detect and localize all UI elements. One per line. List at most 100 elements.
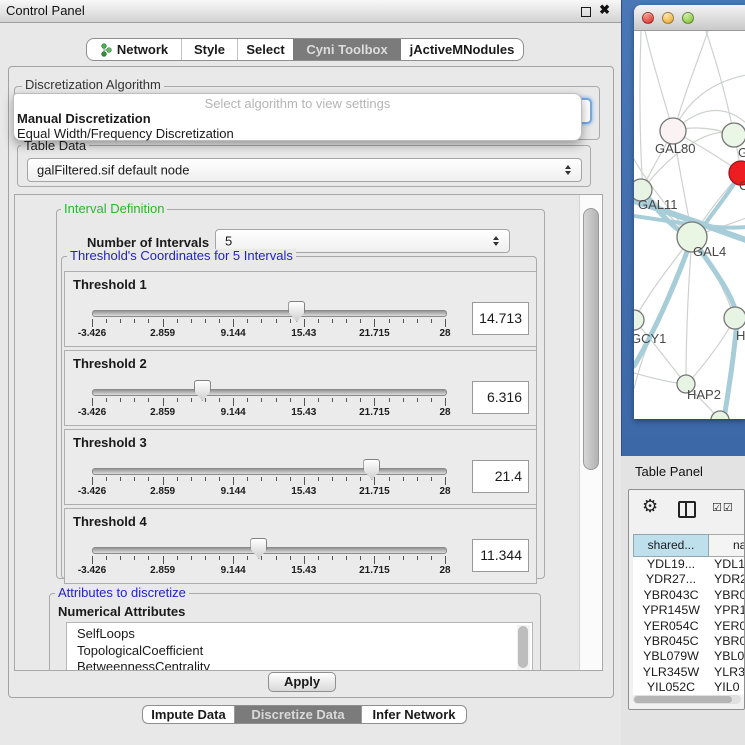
tab-impute-data[interactable]: Impute Data [143, 706, 234, 723]
table-row[interactable]: YER054CYER0 [633, 619, 745, 634]
tab-network[interactable]: Network [87, 39, 182, 60]
cell-shared-name[interactable]: YLR345W [633, 665, 709, 680]
column-header-name[interactable]: name [709, 534, 745, 557]
threshold-slider-track[interactable] [92, 547, 447, 554]
cell-name[interactable]: YBL0 [709, 649, 745, 664]
network-node[interactable] [724, 307, 745, 329]
threshold-value-box[interactable]: 11.344 [472, 539, 529, 572]
top-tab-bar: Network Style Select Cyni Toolbox jActiv… [86, 38, 524, 61]
network-edge[interactable] [634, 373, 683, 384]
cell-shared-name[interactable]: YBL079W [633, 649, 709, 664]
cell-shared-name[interactable]: YPR145W [633, 603, 709, 618]
table-row[interactable]: YBR045CYBR0 [633, 634, 745, 649]
hscrollbar-thumb[interactable] [634, 696, 732, 703]
network-edge[interactable] [640, 31, 643, 190]
threshold-value-box[interactable]: 14.713 [472, 302, 529, 335]
gear-icon[interactable]: ⚙ [642, 496, 658, 517]
attribute-item[interactable]: SelfLoops [67, 626, 532, 643]
table-row[interactable]: YBL079WYBL0 [633, 649, 745, 664]
table-hscrollbar[interactable] [633, 695, 741, 704]
threshold-value-box[interactable]: 21.4 [472, 460, 529, 493]
screen: Control Panel ✖ Network Style Select Cyn… [0, 0, 745, 745]
threshold-slider-track[interactable] [92, 310, 447, 317]
tab-network-label: Network [117, 42, 168, 57]
network-canvas[interactable]: GAL80GACGAL11GAL4GCY1HHAP2 [634, 31, 745, 419]
tab-jactivemnodules[interactable]: jActiveMNodules [401, 39, 523, 60]
discretization-group-label: Discretization Algorithm [22, 78, 164, 91]
cell-name[interactable]: YER0 [709, 619, 745, 634]
threshold-slider-track[interactable] [92, 389, 447, 396]
split-columns-icon[interactable] [678, 501, 696, 518]
slider-tick-labels: -3.4262.8599.14415.4321.71528 [92, 407, 446, 419]
slider-tick-labels: -3.4262.8599.14415.4321.71528 [92, 565, 446, 577]
cell-name[interactable]: YBR0 [709, 588, 745, 603]
cell-shared-name[interactable]: YBR045C [633, 634, 709, 649]
panel-title: Control Panel [6, 0, 85, 22]
apply-button[interactable]: Apply [268, 672, 336, 692]
table-row[interactable]: YDR27...YDR2 [633, 572, 745, 587]
threshold-label: Threshold 2 [73, 356, 147, 371]
network-edge-thick[interactable] [634, 238, 692, 366]
threshold-row: Threshold 2 -3.4262.8599.14415.4321.71528… [64, 350, 537, 426]
network-edge[interactable] [689, 320, 734, 382]
cell-name[interactable]: YDL1 [709, 557, 745, 572]
scrollbar-thumb[interactable] [583, 208, 599, 470]
dropdown-item-equal-width[interactable]: Equal Width/Frequency Discretization [14, 126, 581, 141]
cell-shared-name[interactable]: YIL052C [633, 680, 709, 695]
table-data-combo-value: galFiltered.sif default node [37, 163, 189, 178]
threshold-value-box[interactable]: 6.316 [472, 381, 529, 414]
slider-tick-labels: -3.4262.8599.14415.4321.71528 [92, 328, 446, 340]
attributes-list-scrollbar[interactable] [517, 625, 530, 671]
network-edge[interactable] [645, 31, 673, 131]
dropdown-item-manual-discretization[interactable]: Manual Discretization [14, 111, 581, 126]
cell-shared-name[interactable]: YDR27... [633, 572, 709, 587]
threshold-row: Threshold 1 -3.4262.8599.14415.4321.71528… [64, 271, 537, 347]
tab-select[interactable]: Select [238, 39, 293, 60]
cell-shared-name[interactable]: YER054C [633, 619, 709, 634]
network-node[interactable] [722, 123, 745, 147]
table-row[interactable]: YDL19...YDL1 [633, 557, 745, 572]
numerical-attributes-list: SelfLoops TopologicalCoefficient Between… [66, 622, 533, 671]
tab-style[interactable]: Style [182, 39, 238, 60]
tab-discretize-data[interactable]: Discretize Data [234, 706, 361, 723]
network-node-label: GA [738, 145, 745, 160]
network-node[interactable] [634, 310, 644, 330]
attribute-item[interactable]: BetweennessCentrality [67, 659, 532, 671]
network-window-titlebar[interactable] [634, 5, 745, 31]
cell-shared-name[interactable]: YBR043C [633, 588, 709, 603]
select-columns-icon[interactable]: ☑☑ [712, 501, 734, 514]
column-header-shared-name[interactable]: shared... [633, 534, 709, 557]
node-table-panel: ⚙ ☑☑ shared... name YDL19...YDL1YDR27...… [628, 489, 745, 710]
table-panel-area: Table Panel ⚙ ☑☑ shared... name YDL19...… [621, 456, 745, 745]
close-traffic-light[interactable] [642, 12, 654, 24]
slider-ticks [92, 319, 446, 327]
tab-cyni-toolbox[interactable]: Cyni Toolbox [293, 39, 401, 60]
minimize-traffic-light[interactable] [662, 12, 674, 24]
cell-name[interactable]: YDR2 [709, 572, 745, 587]
threshold-label: Threshold 1 [73, 277, 147, 292]
table-row[interactable]: YBR043CYBR0 [633, 588, 745, 603]
cell-shared-name[interactable]: YDL19... [633, 557, 709, 572]
table-row[interactable]: YIL052CYIL0 [633, 680, 745, 695]
thresholds-group-label: Threshold's Coordinates for 5 Intervals [67, 249, 296, 262]
tab-infer-network[interactable]: Infer Network [361, 706, 466, 723]
zoom-traffic-light[interactable] [682, 12, 694, 24]
network-graph: GAL80GACGAL11GAL4GCY1HHAP2 [634, 31, 745, 419]
network-window[interactable]: GAL80GACGAL11GAL4GCY1HHAP2 [634, 5, 745, 419]
close-icon[interactable]: ✖ [599, 2, 610, 18]
cell-name[interactable]: YBR0 [709, 634, 745, 649]
cell-name[interactable]: YLR3 [709, 665, 745, 680]
num-intervals-value: 5 [225, 234, 232, 249]
table-row[interactable]: YLR345WYLR3 [633, 665, 745, 680]
threshold-slider-track[interactable] [92, 468, 447, 475]
interval-definition-label: Interval Definition [61, 202, 167, 215]
cell-name[interactable]: YPR1 [709, 603, 745, 618]
table-row[interactable]: YPR145WYPR1 [633, 603, 745, 618]
cell-name[interactable]: YIL0 [709, 680, 745, 695]
float-window-icon[interactable] [581, 7, 591, 17]
settings-scrollbar[interactable] [579, 195, 602, 670]
spinner-arrows-icon [493, 236, 499, 246]
attribute-item[interactable]: TopologicalCoefficient [67, 643, 532, 660]
table-data-combo[interactable]: galFiltered.sif default node [27, 158, 582, 182]
network-edge[interactable] [675, 31, 708, 128]
